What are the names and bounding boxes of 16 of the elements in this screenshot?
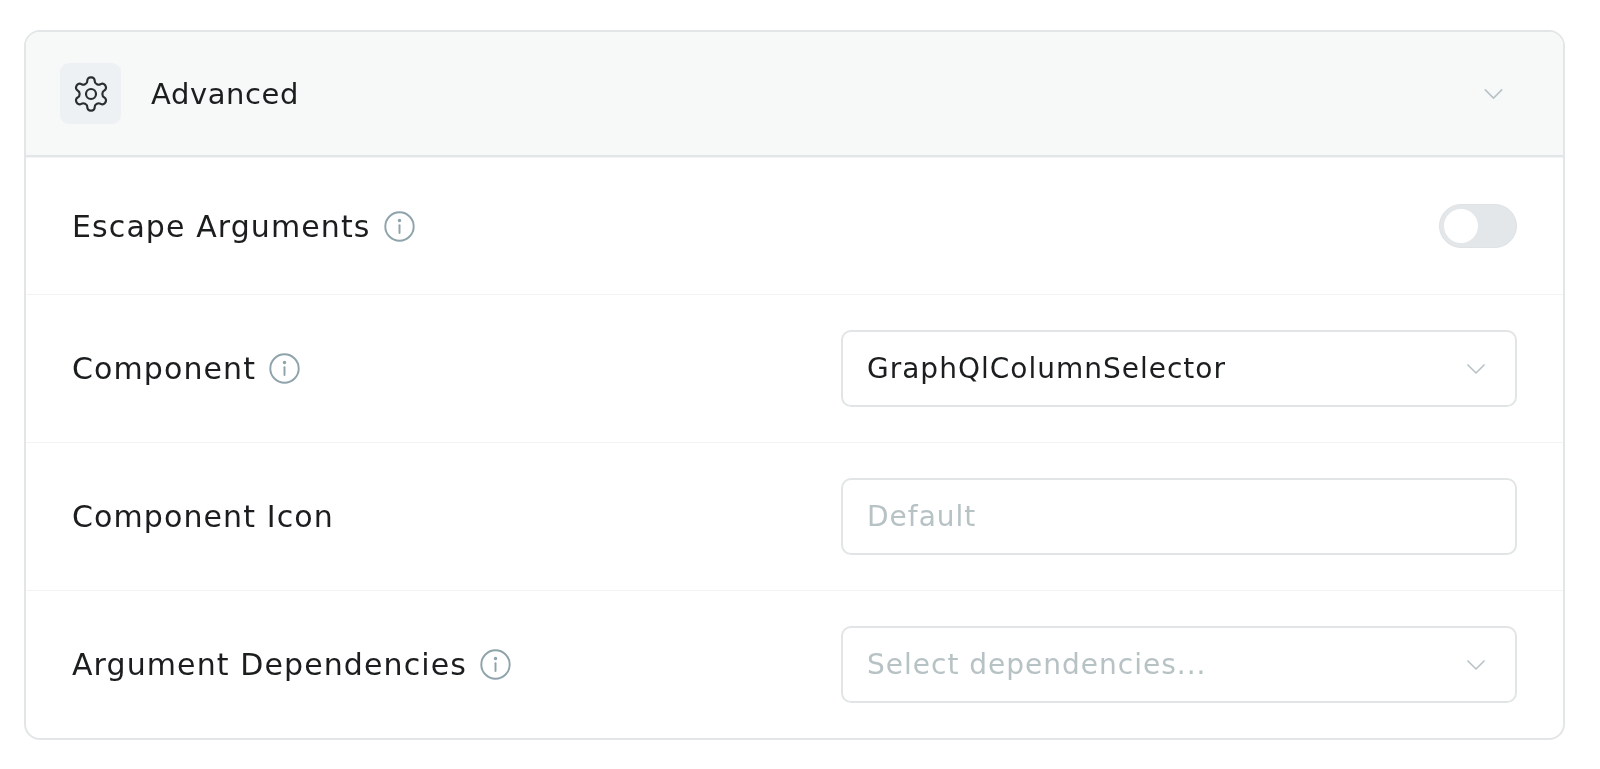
field-label: Escape Arguments xyxy=(72,208,371,244)
input-field[interactable]: Default xyxy=(841,478,1517,555)
info-icon[interactable] xyxy=(480,649,511,680)
section-title: Advanced xyxy=(151,76,300,111)
field-label: Argument Dependencies xyxy=(72,647,467,682)
info-icon[interactable] xyxy=(383,210,415,242)
gear-icon xyxy=(60,63,121,124)
chevron-down-icon xyxy=(1467,659,1485,670)
field-label: Component Icon xyxy=(72,499,334,534)
info-icon[interactable] xyxy=(269,353,301,384)
field-label: Component xyxy=(72,351,257,386)
chevron-down-icon xyxy=(1484,88,1503,99)
chevron-down-icon xyxy=(1467,363,1485,374)
toggle-switch[interactable] xyxy=(1439,204,1517,248)
select-field[interactable]: GraphQlColumnSelector xyxy=(841,330,1517,407)
section-header[interactable]: Advanced xyxy=(26,32,1563,157)
